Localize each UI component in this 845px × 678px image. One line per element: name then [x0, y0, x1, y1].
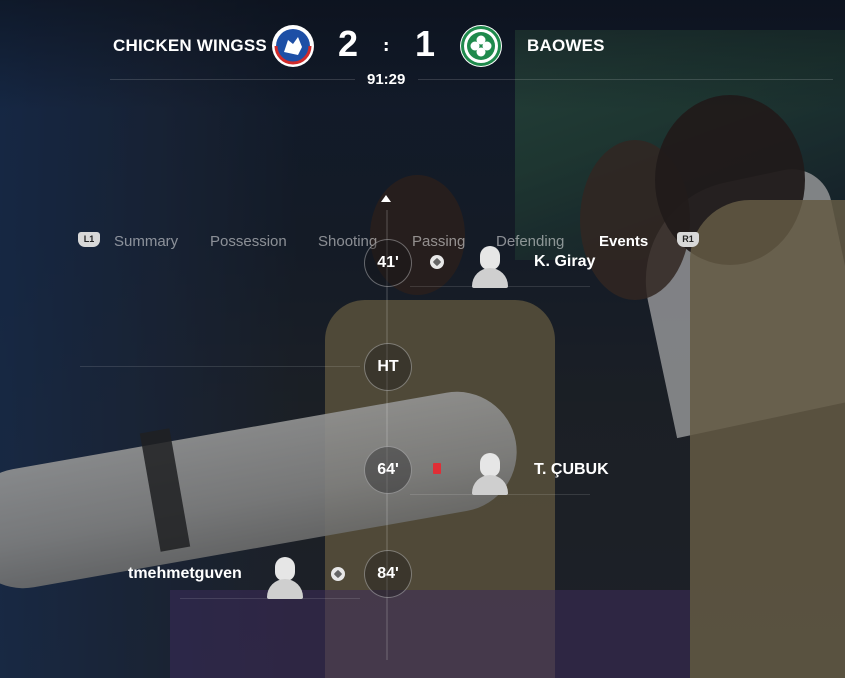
- home-crest-icon: [272, 25, 314, 67]
- r1-button-icon[interactable]: R1: [677, 232, 699, 247]
- away-crest-icon: [460, 25, 502, 67]
- event-player-name: K. Giray: [534, 253, 596, 270]
- tab-passing[interactable]: Passing: [412, 233, 465, 250]
- event-player-name: tmehmetguven: [128, 565, 242, 582]
- tab-possession[interactable]: Possession: [210, 233, 287, 250]
- football-icon: [430, 255, 444, 269]
- event-divider: [80, 366, 360, 367]
- tab-summary[interactable]: Summary: [114, 233, 178, 250]
- event-minute: 41': [364, 239, 412, 287]
- event-player-name: T. ÇUBUK: [534, 461, 609, 478]
- stats-tab-bar: L1 Summary Possession Shooting Passing D…: [0, 112, 845, 250]
- red-card-icon: [433, 463, 441, 474]
- l1-button-icon[interactable]: L1: [78, 232, 100, 247]
- event-minute: 64': [364, 446, 412, 494]
- scroll-up-arrow-icon[interactable]: [381, 195, 391, 202]
- scoreboard: CHICKEN WINGSS 2 : 1 BAOWES 91:29: [0, 0, 845, 95]
- home-team-name: CHICKEN WINGSS: [113, 36, 267, 55]
- home-score: 2: [338, 23, 359, 64]
- event-minute: HT: [364, 343, 412, 391]
- match-clock: 91:29: [367, 71, 406, 88]
- score-separator: :: [383, 36, 390, 55]
- background-photo: [0, 0, 845, 678]
- tab-events[interactable]: Events: [599, 233, 648, 250]
- divider: [418, 79, 833, 80]
- event-minute: 84': [364, 550, 412, 598]
- away-team-name: BAOWES: [527, 36, 605, 55]
- football-icon: [331, 567, 345, 581]
- divider: [110, 79, 355, 80]
- player-avatar: [470, 449, 510, 495]
- player-avatar: [265, 553, 305, 599]
- away-score: 1: [415, 23, 436, 64]
- player-avatar: [470, 242, 510, 288]
